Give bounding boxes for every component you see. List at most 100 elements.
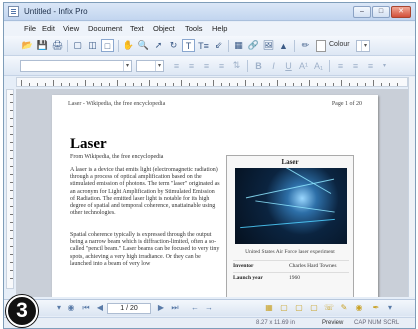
- article-title[interactable]: Laser: [70, 136, 107, 153]
- ruler-tick: [197, 83, 198, 86]
- menu-tools[interactable]: Tools: [185, 24, 203, 33]
- shape-icon[interactable]: ▲: [277, 39, 290, 52]
- ruler-tick: [10, 126, 13, 127]
- superscript-icon[interactable]: A¹: [297, 59, 310, 72]
- text-block-icon[interactable]: T≡: [197, 39, 210, 52]
- markup-icon[interactable]: ✎: [338, 302, 350, 314]
- paragraph[interactable]: A laser is a device that emits light (el…: [70, 167, 220, 217]
- fit-page-icon[interactable]: □: [101, 39, 114, 52]
- ruler-tick: [181, 80, 182, 86]
- print-icon[interactable]: 🖨: [51, 39, 64, 52]
- first-page-icon[interactable]: ⏮: [80, 302, 92, 314]
- menu-text[interactable]: Text: [130, 24, 144, 33]
- font-size-select[interactable]: ▾: [136, 60, 164, 72]
- ruler-tick: [10, 166, 13, 167]
- pan-icon[interactable]: ✋: [122, 39, 135, 52]
- minimize-button[interactable]: –: [353, 6, 371, 18]
- menu-object[interactable]: Object: [153, 24, 175, 33]
- menu-help[interactable]: Help: [212, 24, 227, 33]
- two-page-icon[interactable]: ◫: [86, 39, 99, 52]
- ruler-tick: [381, 83, 382, 86]
- font-family-select[interactable]: ▾: [20, 60, 132, 72]
- bold-icon[interactable]: B: [252, 59, 265, 72]
- last-page-icon[interactable]: ⏭: [169, 302, 181, 314]
- numbered-list-icon[interactable]: ≡: [334, 59, 347, 72]
- highlight-icon[interactable]: ▦: [263, 302, 275, 314]
- link-icon[interactable]: 🔗: [247, 39, 260, 52]
- infobox-divider: [233, 260, 349, 261]
- horizontal-ruler[interactable]: [16, 77, 408, 87]
- list-options-icon[interactable]: ≡: [364, 59, 377, 72]
- stamp-icon[interactable]: ▢: [293, 302, 305, 314]
- ruler-tick: [253, 83, 254, 86]
- comment-icon[interactable]: ☏: [323, 302, 335, 314]
- attach-icon[interactable]: ▢: [308, 302, 320, 314]
- vertical-ruler[interactable]: [6, 89, 14, 289]
- review-icon[interactable]: ◉: [353, 302, 365, 314]
- paragraph[interactable]: Spatial coherence typically is expressed…: [70, 232, 220, 268]
- text-column-icon[interactable]: ⇙: [212, 39, 225, 52]
- toolbar-separator: [228, 40, 229, 52]
- page-number-field[interactable]: 1 / 20: [107, 303, 151, 314]
- ruler-tick: [389, 83, 390, 86]
- forward-icon[interactable]: →: [203, 302, 215, 314]
- rotate-icon[interactable]: ↻: [167, 39, 180, 52]
- justify-icon[interactable]: ≡: [215, 59, 228, 72]
- ruler-tick: [10, 246, 13, 247]
- open-icon[interactable]: 📂: [21, 39, 34, 52]
- align-right-icon[interactable]: ≡: [200, 59, 213, 72]
- menu-edit[interactable]: Edit: [42, 24, 55, 33]
- italic-icon[interactable]: I: [267, 59, 280, 72]
- line-spacing-icon[interactable]: ⇅: [230, 59, 243, 72]
- close-button[interactable]: ✕: [391, 6, 411, 18]
- ruler-tick: [365, 83, 366, 86]
- ruler-tick: [165, 83, 166, 86]
- ruler-tick: [277, 80, 278, 86]
- step-number-badge: 3: [6, 295, 38, 327]
- ruler-tick: [141, 83, 142, 86]
- ruler-tick: [85, 80, 86, 86]
- title-bar[interactable]: Untitled - Infix Pro – □ ✕: [4, 3, 415, 21]
- back-icon[interactable]: ←: [189, 302, 201, 314]
- article-subtitle[interactable]: From Wikipedia, the free encyclopedia: [70, 154, 163, 160]
- menu-document[interactable]: Document: [88, 24, 122, 33]
- colour-swatch[interactable]: [316, 40, 326, 52]
- ruler-tick: [301, 83, 302, 86]
- colour-dropdown[interactable]: ▾: [356, 40, 370, 52]
- image-icon[interactable]: 🖼: [262, 39, 275, 52]
- vertical-scrollbar[interactable]: [408, 77, 415, 297]
- menu-view[interactable]: View: [63, 24, 79, 33]
- page-dimensions: 8.27 x 11.69 in: [256, 320, 295, 326]
- page-view-icon[interactable]: ▢: [71, 39, 84, 52]
- bullet-list-icon[interactable]: ≡: [349, 59, 362, 72]
- text-tool-icon[interactable]: T: [182, 39, 195, 52]
- align-left-icon[interactable]: ≡: [170, 59, 183, 72]
- align-center-icon[interactable]: ≡: [185, 59, 198, 72]
- previous-page-icon[interactable]: ◀: [94, 302, 106, 314]
- maximize-button[interactable]: □: [372, 6, 390, 18]
- more-tools-icon[interactable]: ▾: [384, 302, 396, 314]
- select-arrow-icon[interactable]: ➚: [152, 39, 165, 52]
- ruler-tick: [229, 83, 230, 86]
- ruler-tick: [189, 83, 190, 86]
- ruler-tick: [10, 206, 13, 207]
- save-icon[interactable]: 💾: [36, 39, 49, 52]
- next-page-icon[interactable]: ▶: [155, 302, 167, 314]
- infobox-caption: United States Air Force laser experiment: [245, 249, 335, 255]
- document-page[interactable]: Laser - Wikipedia, the free encyclopedia…: [52, 95, 378, 297]
- pen-tool-icon[interactable]: ✒: [370, 302, 382, 314]
- infobox[interactable]: Laser United States Air Force laser expe…: [226, 155, 354, 297]
- nav-target-icon[interactable]: ◉: [65, 302, 77, 314]
- zoom-icon[interactable]: 🔍: [137, 39, 150, 52]
- list-dropdown-icon[interactable]: ▾: [378, 59, 391, 72]
- pencil-icon[interactable]: ✏: [299, 39, 312, 52]
- underline-icon[interactable]: U: [282, 59, 295, 72]
- menu-file[interactable]: File: [24, 24, 36, 33]
- ruler-tick: [325, 83, 326, 86]
- nav-dropdown-icon[interactable]: ▾: [53, 302, 65, 314]
- table-icon[interactable]: ▦: [232, 39, 245, 52]
- app-window: Untitled - Infix Pro – □ ✕ File Edit Vie…: [3, 2, 416, 329]
- note-icon[interactable]: ▢: [278, 302, 290, 314]
- subscript-icon[interactable]: A₁: [312, 59, 325, 72]
- ruler-tick: [125, 83, 126, 86]
